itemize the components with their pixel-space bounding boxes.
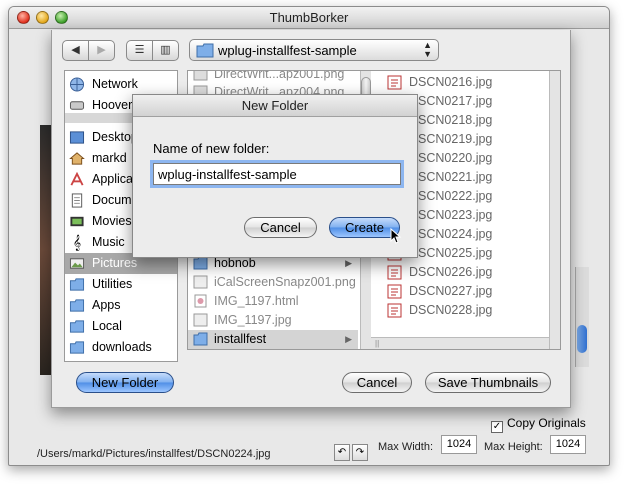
list-item[interactable]: IMG_1197.jpg — [188, 311, 358, 330]
folder-icon — [69, 299, 85, 312]
documents-icon — [71, 193, 83, 208]
sidebar-item-network[interactable]: Network — [65, 74, 177, 95]
rotate-left-button[interactable]: ↶ — [334, 444, 350, 461]
column-view-icon: ▥ — [160, 44, 171, 56]
path-popup-label: wplug-installfest-sample — [218, 43, 357, 58]
folder-icon — [69, 320, 85, 333]
jpeg-file-icon — [387, 284, 402, 299]
forward-arrow-icon: ▶ — [97, 44, 106, 56]
copy-originals-label: Copy Originals — [507, 416, 586, 430]
list-item[interactable]: installfest ▶ — [188, 330, 358, 349]
window-titlebar[interactable]: ThumbBorker — [9, 7, 609, 29]
folder-icon — [69, 278, 85, 291]
list-view-button[interactable]: ☰ — [126, 40, 153, 61]
list-item[interactable]: DirectWrit...apz001.png — [188, 71, 358, 84]
copy-originals-checkbox[interactable]: ✓ Copy Originals — [491, 416, 586, 433]
save-thumbnails-button[interactable]: Save Thumbnails — [425, 372, 551, 393]
desktop-icon — [69, 131, 85, 144]
new-folder-dialog: New Folder Name of new folder: Cancel Cr… — [132, 94, 418, 258]
list-item[interactable]: DSCN0227.jpg — [371, 282, 560, 301]
background-scroll-thumb[interactable] — [577, 325, 587, 353]
network-globe-icon — [69, 77, 85, 92]
zoom-window-button[interactable] — [55, 11, 68, 24]
folder-icon — [196, 43, 214, 58]
sidebar-item-label: Desktop — [92, 130, 138, 144]
folder-name-input[interactable] — [153, 163, 401, 185]
jpeg-file-icon — [387, 265, 402, 280]
column-view-button[interactable]: ▥ — [152, 40, 179, 61]
music-icon: 𝄞 — [72, 234, 82, 250]
sidebar-item-label: Local — [92, 319, 122, 333]
list-view-icon: ☰ — [134, 44, 145, 56]
popup-arrows-icon: ▲ ▼ — [423, 40, 432, 59]
sidebar-item-apps[interactable]: Apps — [65, 295, 177, 316]
list-item[interactable]: iCalScreenSnapz001.png — [188, 273, 358, 292]
dialog-cancel-button[interactable]: Cancel — [244, 217, 317, 238]
disk-icon — [69, 101, 85, 110]
back-button[interactable]: ◀ — [62, 40, 89, 61]
image-file-icon — [193, 71, 208, 81]
sidebar-item-label: Pictures — [92, 256, 138, 270]
sidebar-item-downloads[interactable]: downloads — [65, 337, 177, 358]
image-file-icon — [193, 313, 208, 327]
jpeg-file-icon — [387, 75, 402, 90]
sidebar-item-local[interactable]: Local — [65, 316, 177, 337]
minimize-window-button[interactable] — [36, 11, 49, 24]
cancel-button[interactable]: Cancel — [342, 372, 412, 393]
max-height-label: Max Height: — [484, 441, 543, 453]
max-height-field[interactable]: 1024 — [550, 435, 586, 454]
dialog-title: New Folder — [133, 95, 417, 117]
sidebar-item-label: Network — [92, 77, 138, 91]
folder-icon — [193, 332, 208, 346]
sidebar-item-utilities[interactable]: Utilities — [65, 274, 177, 295]
sidebar-item-label: Apps — [92, 298, 121, 312]
max-width-label: Max Width: — [378, 441, 434, 453]
rotate-right-icon: ↷ — [355, 447, 365, 458]
folder-icon — [193, 256, 208, 270]
sidebar-item-label: Music — [92, 235, 125, 249]
html-file-icon — [194, 294, 207, 308]
home-icon — [69, 152, 85, 165]
max-width-field[interactable]: 1024 — [441, 435, 477, 454]
forward-button[interactable]: ▶ — [88, 40, 115, 61]
rotate-right-button[interactable]: ↷ — [352, 444, 368, 461]
window-title: ThumbBorker — [269, 10, 349, 25]
rotate-left-icon: ↶ — [337, 447, 347, 458]
applications-icon — [70, 172, 84, 186]
sidebar-item-label: Utilities — [92, 277, 133, 291]
close-window-button[interactable] — [17, 11, 30, 24]
sidebar-item-label: markd — [92, 151, 127, 165]
chevron-right-icon: ▶ — [345, 334, 352, 344]
list-item[interactable]: DSCN0228.jpg — [371, 301, 560, 320]
column-2-scrollbar[interactable] — [549, 71, 560, 349]
sidebar-item-label: Hoover — [92, 98, 133, 112]
movies-icon — [70, 216, 84, 227]
sidebar-item-label: Movies — [92, 214, 132, 228]
folder-name-label: Name of new folder: — [153, 141, 270, 156]
jpeg-file-icon — [387, 303, 402, 318]
list-item[interactable]: DSCN0226.jpg — [371, 263, 560, 282]
new-folder-button[interactable]: New Folder — [76, 372, 174, 393]
folder-icon — [69, 341, 85, 354]
status-path: /Users/markd/Pictures/installfest/DSCN02… — [37, 448, 271, 460]
sidebar-item-label: downloads — [92, 340, 152, 354]
back-arrow-icon: ◀ — [71, 44, 80, 56]
list-item[interactable]: IMG_1197.html — [188, 292, 358, 311]
mouse-pointer-icon — [390, 228, 402, 244]
checkmark-icon[interactable]: ✓ — [491, 421, 503, 433]
image-file-icon — [193, 275, 208, 289]
horizontal-scrollbar[interactable]: || — [371, 337, 549, 349]
pictures-icon — [69, 258, 85, 269]
path-popup[interactable]: wplug-installfest-sample ▲ ▼ — [189, 39, 439, 61]
list-item[interactable]: DSCN0216.jpg — [371, 73, 560, 92]
